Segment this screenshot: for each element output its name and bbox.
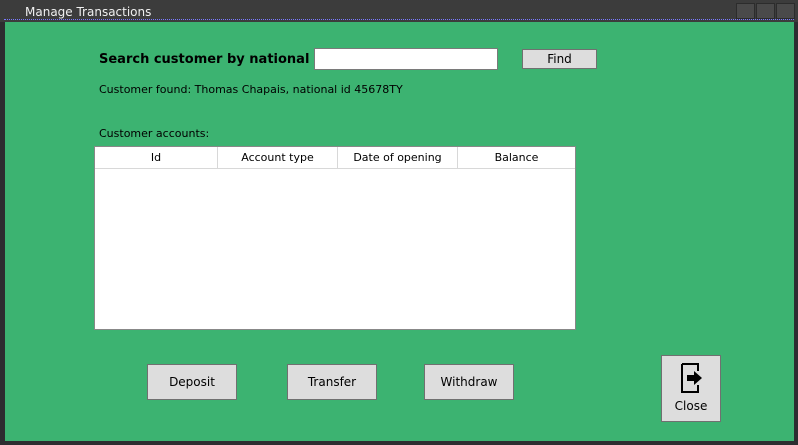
accounts-grid[interactable]: Id Account type Date of opening Balance (94, 146, 576, 330)
title-bar[interactable]: Manage Transactions (0, 0, 798, 22)
deposit-button[interactable]: Deposit (147, 364, 237, 400)
column-header-account-type[interactable]: Account type (218, 147, 338, 168)
column-header-id[interactable]: Id (95, 147, 218, 168)
grid-header: Id Account type Date of opening Balance (95, 147, 575, 169)
form-body: Search customer by national id: Find Cus… (5, 22, 794, 441)
minimize-button[interactable] (736, 3, 755, 19)
search-label: Search customer by national id: (99, 52, 333, 67)
close-label: Close (674, 399, 708, 413)
title-underline (4, 19, 794, 21)
window-title: Manage Transactions (25, 5, 152, 19)
manage-transactions-window: Manage Transactions Search customer by n… (0, 0, 798, 445)
column-header-date-of-opening[interactable]: Date of opening (338, 147, 458, 168)
find-button[interactable]: Find (522, 49, 597, 69)
close-button[interactable]: Close (661, 355, 721, 422)
exit-door-icon (681, 363, 702, 393)
withdraw-button[interactable]: Withdraw (424, 364, 514, 400)
column-header-balance[interactable]: Balance (458, 147, 575, 168)
national-id-input[interactable] (314, 48, 498, 70)
window-close-button[interactable] (776, 3, 795, 19)
maximize-button[interactable] (756, 3, 775, 19)
customer-accounts-label: Customer accounts: (99, 127, 210, 140)
customer-found-text: Customer found: Thomas Chapais, national… (99, 83, 403, 96)
transfer-button[interactable]: Transfer (287, 364, 377, 400)
